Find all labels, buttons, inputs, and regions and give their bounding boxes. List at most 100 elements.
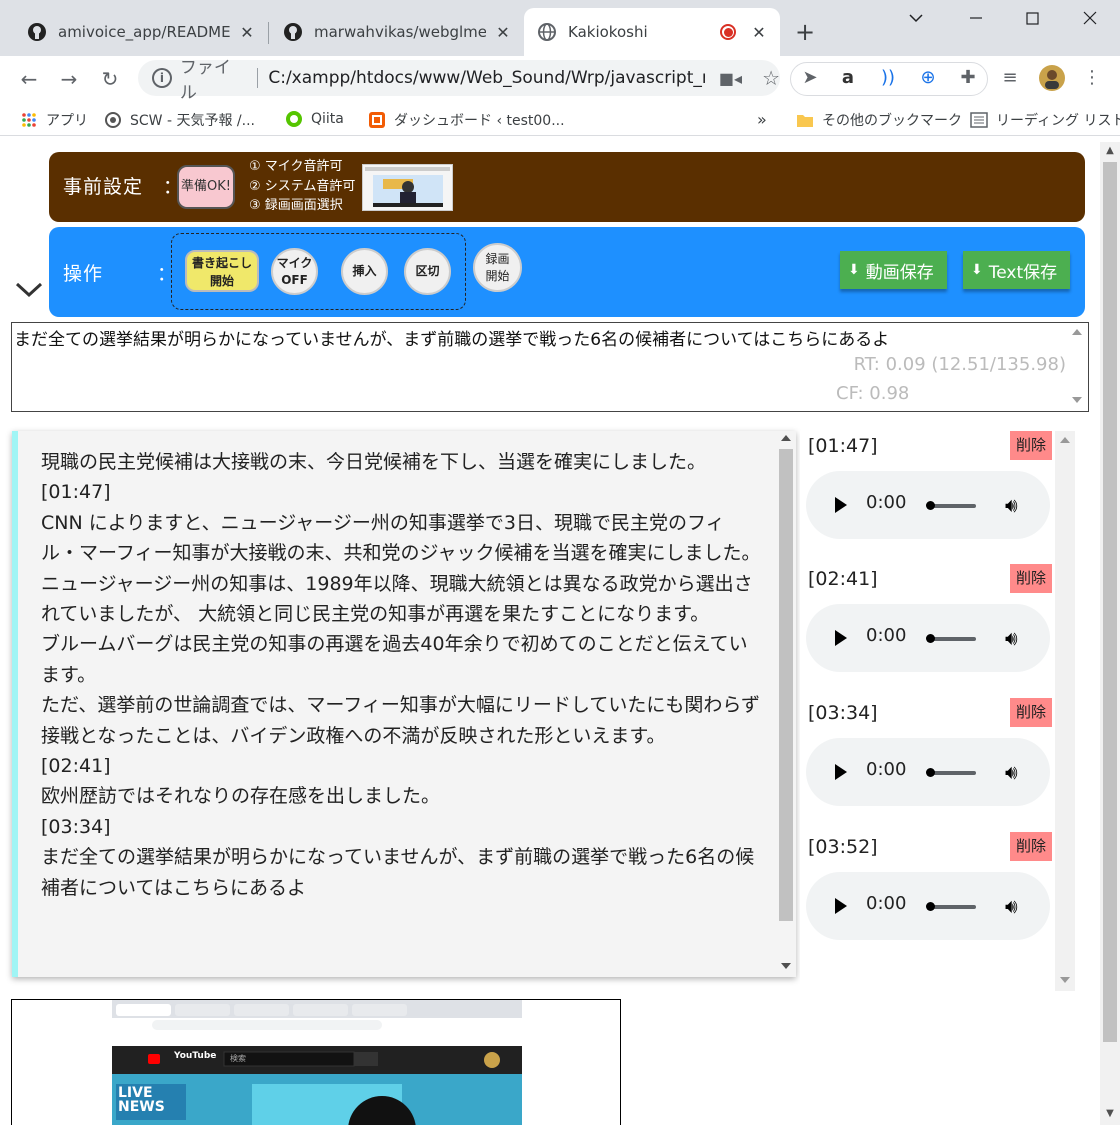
media-control-icon[interactable]: ≡	[998, 67, 1022, 88]
ops-panel: 操作 ： 書き起こし 開始 マイク OFF 挿入 区切 録画 開始 ⬇ 動画保存…	[49, 227, 1085, 317]
close-icon[interactable]: ✕	[238, 23, 256, 42]
play-icon[interactable]	[835, 497, 847, 513]
bookmark-dashboard[interactable]: ダッシュボード ‹ test00...	[368, 110, 565, 130]
close-icon[interactable]: ✕	[494, 23, 512, 42]
button-label: 開始	[485, 268, 510, 283]
tab-title: Kakiokoshi	[568, 23, 648, 41]
play-icon[interactable]	[835, 764, 847, 780]
scroll-up-icon[interactable]	[1072, 329, 1082, 335]
ready-button[interactable]: 準備OK!	[177, 165, 235, 209]
audio-clips-panel: [01:47] 削除 0:00 🔊︎ [02:41] 削除 0:00 🔊︎ [0	[800, 431, 1075, 991]
tab-github-amivoice[interactable]: amivoice_app/README.m ✕	[14, 8, 268, 56]
scroll-down-icon[interactable]	[781, 963, 791, 969]
close-window-icon[interactable]	[1080, 8, 1100, 32]
bookmarks-overflow-chevron[interactable]: »	[757, 110, 767, 129]
extension-target-icon[interactable]: ⊕	[916, 67, 940, 88]
prep-panel: 事前設定 ： 準備OK! ① マイク音許可 ② システム音許可 ③ 録画画面選択	[49, 152, 1085, 222]
live-box-scrollbar[interactable]	[1068, 323, 1088, 411]
transcript-scrollbar[interactable]	[776, 431, 796, 977]
preview-youtube-label: YouTube	[174, 1051, 217, 1061]
seek-slider[interactable]	[928, 771, 976, 775]
close-icon[interactable]: ✕	[750, 23, 768, 42]
new-tab-icon[interactable]: +	[795, 18, 815, 46]
mic-toggle-button[interactable]: マイク OFF	[271, 248, 318, 295]
play-icon[interactable]	[835, 898, 847, 914]
audio-panel-scrollbar[interactable]	[1055, 431, 1075, 991]
seek-handle[interactable]	[926, 768, 935, 777]
transcript-line: 欧州歴訪ではそれなりの存在感を出しました。	[41, 785, 441, 808]
tab-search-chevron-icon[interactable]	[906, 8, 926, 32]
volume-icon[interactable]: 🔊︎	[1005, 626, 1018, 650]
minimize-icon[interactable]	[966, 8, 986, 32]
clip-timestamp: [01:47]	[808, 435, 878, 457]
maximize-icon[interactable]	[1022, 8, 1042, 32]
tab-title: amivoice_app/README.m	[58, 23, 230, 41]
transcript-panel[interactable]: 現職の民主党候補は大接戦の末、今日党候補を下し、当選を確実にしました。 [01:…	[12, 431, 796, 977]
bookmark-other[interactable]: その他のブックマーク	[796, 110, 962, 130]
seek-slider[interactable]	[928, 637, 976, 641]
volume-icon[interactable]: 🔊︎	[1005, 760, 1018, 784]
back-icon[interactable]: ←	[14, 64, 44, 94]
camera-icon[interactable]: ■◂	[719, 69, 742, 88]
scroll-down-icon[interactable]: ▼	[1100, 1108, 1120, 1119]
reload-icon[interactable]: ↻	[95, 64, 125, 94]
address-bar[interactable]: i ファイル C:/xampp/htdocs/www/Web_Sound/Wrp…	[138, 58, 780, 103]
delete-button[interactable]: 削除	[1010, 564, 1052, 593]
delete-button[interactable]: 削除	[1010, 832, 1052, 861]
scrollbar-thumb[interactable]	[779, 449, 793, 921]
bookmark-label: ダッシュボード ‹ test00...	[394, 113, 565, 129]
live-recognition-box[interactable]: まだ全ての選挙結果が明らかになっていませんが、まず前職の選挙で戦った6名の候補者…	[11, 322, 1089, 412]
start-recording-button[interactable]: 録画 開始	[473, 243, 522, 292]
bookmark-star-icon[interactable]: ☆	[762, 66, 780, 90]
extension-a-icon[interactable]: a	[836, 67, 860, 88]
play-icon[interactable]	[835, 630, 847, 646]
seek-handle[interactable]	[926, 501, 935, 510]
prep-step-screen: ③ 録画画面選択	[249, 198, 343, 213]
bookmark-apps[interactable]: アプリ	[20, 110, 88, 130]
scroll-up-icon[interactable]	[1060, 437, 1070, 443]
transcript-line: CNN によりますと、ニュージャージー州の知事選挙で3日、現職で民主党のフィル・…	[41, 511, 761, 565]
page-scrollbar[interactable]: ▲ ▼	[1100, 142, 1120, 1125]
seek-slider[interactable]	[928, 905, 976, 909]
volume-icon[interactable]: 🔊︎	[1005, 493, 1018, 517]
save-text-button[interactable]: ⬇ Text保存	[963, 251, 1070, 289]
address-divider	[257, 68, 259, 88]
delete-button[interactable]: 削除	[1010, 698, 1052, 727]
tab-github-webglmeeting[interactable]: marwahvikas/webglmeeti ✕	[270, 8, 524, 56]
realtime-factor: RT: 0.09 (12.51/135.98)	[853, 354, 1066, 375]
volume-icon[interactable]: 🔊︎	[1005, 894, 1018, 918]
seek-handle[interactable]	[926, 902, 935, 911]
extension-sound-icon[interactable]: ))	[876, 67, 900, 88]
extensions-puzzle-icon[interactable]: ✚	[956, 67, 980, 88]
button-label: 動画保存	[865, 262, 934, 283]
folder-icon	[796, 111, 814, 129]
menu-kebab-icon[interactable]: ⋮	[1080, 67, 1104, 88]
tab-kakiokoshi[interactable]: Kakiokoshi ✕	[524, 8, 780, 56]
tab-divider	[268, 22, 269, 44]
prep-step-mic: ① マイク音許可	[249, 159, 343, 174]
address-url[interactable]: C:/xampp/htdocs/www/Web_Sound/Wrp/javasc…	[268, 68, 705, 88]
avatar[interactable]	[1038, 64, 1065, 97]
save-video-button[interactable]: ⬇ 動画保存	[840, 251, 947, 289]
scrollbar-thumb[interactable]	[1103, 162, 1117, 1042]
forward-icon[interactable]: →	[54, 64, 84, 94]
scroll-up-icon[interactable]: ▲	[1100, 145, 1120, 156]
scroll-down-icon[interactable]	[1060, 977, 1070, 983]
info-icon[interactable]: i	[152, 68, 172, 88]
bookmark-qiita[interactable]: Qiita	[285, 110, 344, 128]
insert-button[interactable]: 挿入	[341, 248, 388, 295]
split-button[interactable]: 区切	[404, 248, 451, 295]
bookmark-weather[interactable]: SCW - 天気予報 /...	[104, 110, 255, 130]
delete-button[interactable]: 削除	[1010, 431, 1052, 460]
button-label: Text保存	[988, 262, 1058, 283]
scroll-up-icon[interactable]	[781, 435, 791, 441]
scroll-down-icon[interactable]	[1072, 397, 1082, 403]
extension-arrow-icon[interactable]: ➤	[798, 67, 822, 88]
prep-steps: ① マイク音許可 ② システム音許可 ③ 録画画面選択	[249, 157, 355, 216]
seek-slider[interactable]	[928, 504, 976, 508]
collapse-chevron-icon[interactable]	[14, 280, 44, 300]
seek-handle[interactable]	[926, 634, 935, 643]
start-transcription-button[interactable]: 書き起こし 開始	[185, 250, 259, 292]
bookmark-reading-list[interactable]: リーディング リスト	[970, 110, 1120, 130]
ops-title: 操作	[63, 263, 104, 285]
